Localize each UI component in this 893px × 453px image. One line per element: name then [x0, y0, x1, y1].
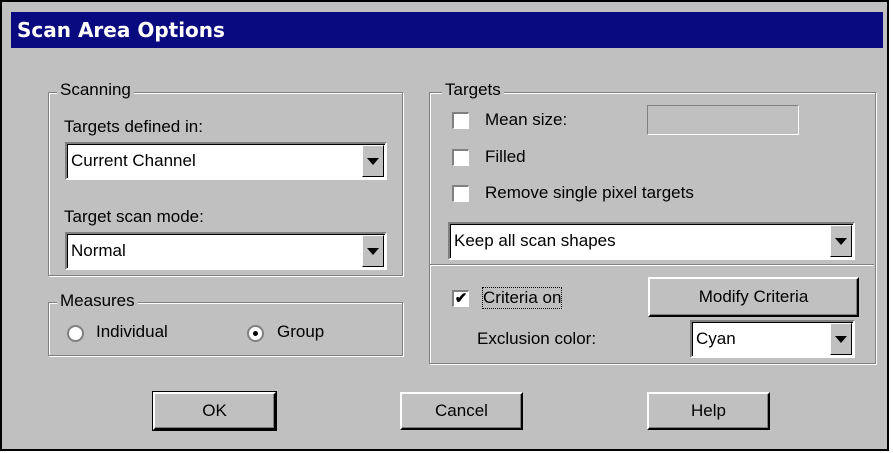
- help-button[interactable]: Help: [647, 392, 770, 430]
- targets-defined-value: Current Channel: [71, 151, 196, 170]
- group-radio[interactable]: [247, 325, 264, 342]
- remove-single-pixel-label[interactable]: Remove single pixel targets: [485, 183, 694, 203]
- chevron-down-icon[interactable]: [830, 225, 852, 257]
- scan-shapes-value: Keep all scan shapes: [454, 231, 616, 250]
- targets-group-label: Targets: [442, 80, 504, 100]
- scanning-group-label: Scanning: [57, 80, 134, 100]
- scan-area-options-dialog: Scan Area Options Scanning Targets defin…: [0, 0, 889, 451]
- targets-divider: [430, 264, 874, 266]
- individual-radio[interactable]: [67, 325, 84, 342]
- radio-selected-dot-icon: [253, 331, 258, 336]
- filled-checkbox[interactable]: [452, 149, 469, 166]
- cancel-button[interactable]: Cancel: [400, 392, 523, 430]
- exclusion-color-label: Exclusion color:: [477, 329, 597, 348]
- mean-size-label[interactable]: Mean size:: [485, 110, 567, 130]
- measures-group-label: Measures: [57, 291, 138, 311]
- chevron-down-icon[interactable]: [362, 145, 384, 177]
- remove-single-pixel-checkbox[interactable]: [452, 185, 469, 202]
- chevron-down-icon[interactable]: [830, 323, 852, 355]
- scan-mode-label: Target scan mode:: [64, 207, 204, 226]
- modify-criteria-button[interactable]: Modify Criteria: [648, 277, 859, 317]
- scan-mode-select[interactable]: Normal: [65, 232, 387, 270]
- chevron-down-icon[interactable]: [362, 235, 384, 267]
- mean-size-field[interactable]: [647, 105, 799, 135]
- criteria-on-label[interactable]: Criteria on: [481, 287, 563, 309]
- exclusion-color-select[interactable]: Cyan: [690, 320, 855, 358]
- criteria-on-checkbox[interactable]: ✔: [452, 290, 469, 307]
- window-title: Scan Area Options: [11, 12, 883, 48]
- filled-label[interactable]: Filled: [485, 147, 526, 167]
- scan-mode-value: Normal: [71, 241, 126, 260]
- ok-button[interactable]: OK: [152, 391, 277, 431]
- targets-defined-label: Targets defined in:: [64, 117, 203, 136]
- mean-size-checkbox[interactable]: [452, 112, 469, 129]
- targets-defined-select[interactable]: Current Channel: [65, 142, 387, 180]
- group-label[interactable]: Group: [277, 322, 324, 342]
- exclusion-color-value: Cyan: [696, 329, 736, 348]
- individual-label[interactable]: Individual: [96, 322, 168, 342]
- scan-shapes-select[interactable]: Keep all scan shapes: [448, 222, 855, 260]
